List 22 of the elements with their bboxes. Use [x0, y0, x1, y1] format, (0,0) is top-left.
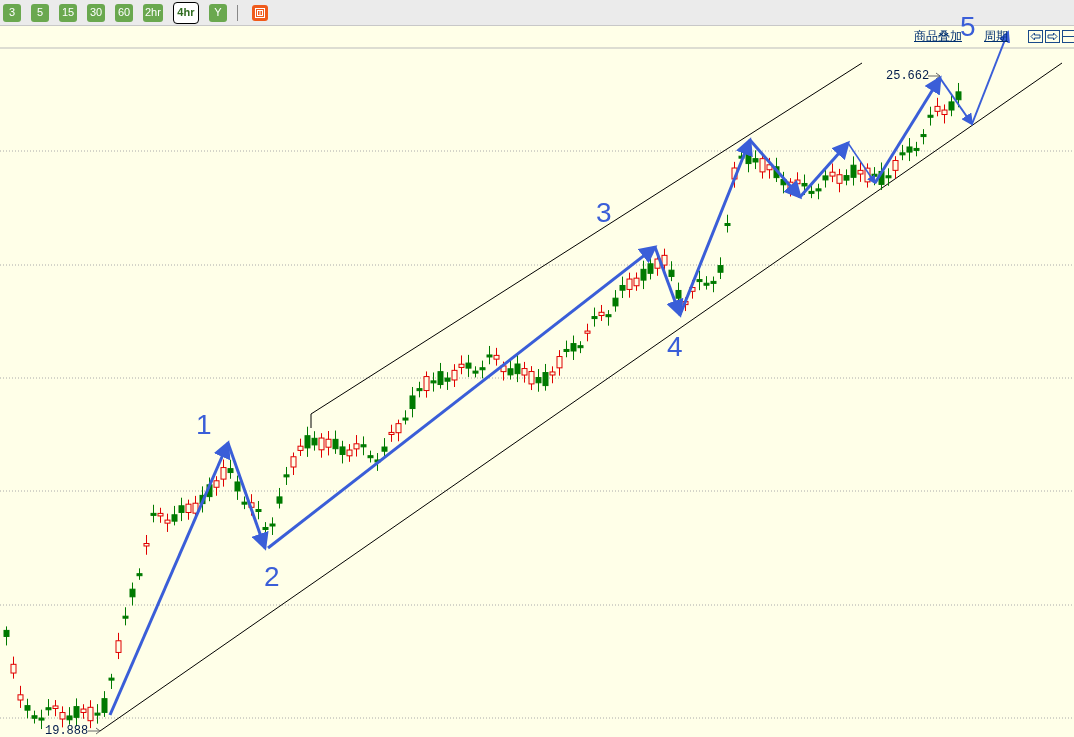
period-button[interactable]: 3 — [3, 3, 21, 22]
period-button[interactable]: 4hr — [172, 1, 199, 24]
scroll-right-button[interactable] — [1045, 29, 1060, 43]
zoom-button[interactable] — [1062, 29, 1074, 43]
scroll-left-button[interactable] — [1028, 29, 1043, 43]
period-button[interactable]: 30 — [87, 3, 105, 22]
high-marker-icon — [927, 72, 941, 80]
period-button[interactable]: 15 — [59, 3, 77, 22]
wave-label: 3 — [596, 196, 612, 230]
overlay-link[interactable]: 商品叠加 — [914, 27, 962, 45]
calendar-icon[interactable] — [251, 4, 268, 21]
wave-label: 4 — [667, 330, 683, 364]
period-button[interactable]: 60 — [115, 3, 133, 22]
wave-label: 5 — [960, 10, 976, 44]
period-button[interactable]: Y — [208, 3, 227, 22]
price-label: 19.888 — [45, 723, 89, 737]
wave-label: 1 — [196, 408, 212, 442]
wave-label: 2 — [264, 560, 280, 594]
period-button[interactable]: 2hr — [143, 3, 163, 22]
period-button[interactable]: 5 — [31, 3, 49, 22]
low-marker-icon — [87, 727, 101, 735]
price-label: 25.662 — [886, 68, 930, 84]
